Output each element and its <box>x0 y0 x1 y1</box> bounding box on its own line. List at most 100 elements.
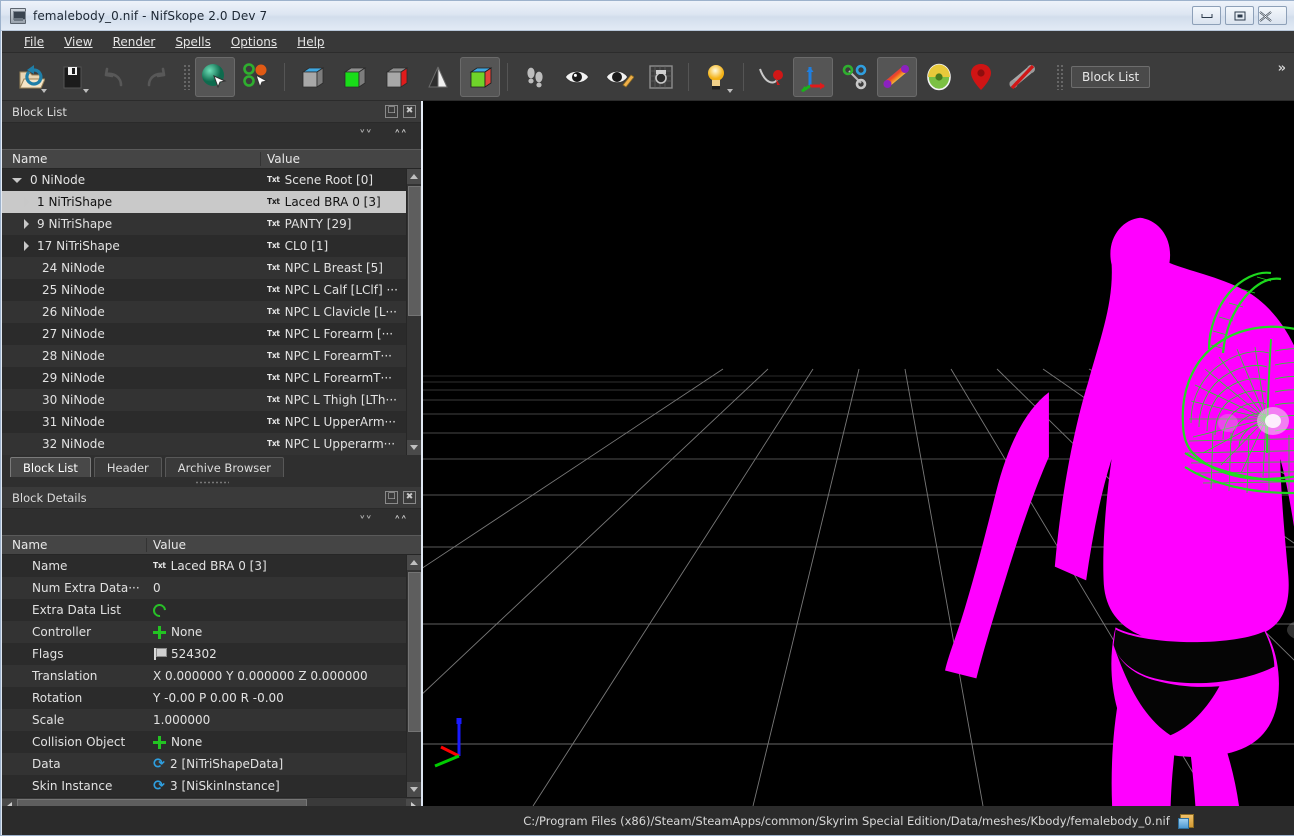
table-row[interactable]: 26 NiNode Txt NPC L Clavicle [L··· <box>2 301 421 323</box>
menu-help[interactable]: Help <box>287 33 334 51</box>
view-front-button[interactable] <box>334 57 374 97</box>
table-row[interactable]: 0 NiNode Txt Scene Root [0] <box>2 169 421 191</box>
detail-row[interactable]: Rotation Y -0.00 P 0.00 R -0.00 <box>2 687 421 709</box>
select-object-button[interactable] <box>195 56 235 97</box>
block-value: NPC L ForearmT··· <box>284 371 392 385</box>
lighting-dropdown-arrow[interactable] <box>727 88 733 93</box>
detail-row[interactable]: Num Extra Data··· 0 <box>2 577 421 599</box>
window-title: femalebody_0.nif - NifSkope 2.0 Dev 7 <box>33 8 268 23</box>
table-row[interactable]: 25 NiNode Txt NPC L Calf [LClf] ··· <box>2 279 421 301</box>
draw-havok-button[interactable] <box>751 57 791 97</box>
detail-row[interactable]: Collision Object None <box>2 731 421 753</box>
block-details-col-value[interactable]: Value <box>147 538 421 552</box>
open-file-dropdown-arrow[interactable] <box>41 88 47 93</box>
table-row[interactable]: 27 NiNode Txt NPC L Forearm [··· <box>2 323 421 345</box>
block-details-scroll-thumb[interactable] <box>408 572 421 732</box>
draw-constraints-button[interactable] <box>919 57 959 97</box>
block-list-col-name[interactable]: Name <box>2 152 261 166</box>
close-panel-icon[interactable]: ✖ <box>403 491 416 504</box>
collapse-all-icon[interactable]: ˅˅ <box>359 130 372 143</box>
3d-viewport[interactable] <box>423 101 1294 806</box>
expand-all-icon[interactable]: ˄˄ <box>394 130 407 143</box>
close-button[interactable] <box>1258 6 1287 25</box>
menu-render[interactable]: Render <box>103 33 166 51</box>
toolbar-grip-1[interactable] <box>183 63 190 90</box>
menu-view[interactable]: View <box>54 33 102 51</box>
detail-row[interactable]: Scale 1.000000 <box>2 709 421 731</box>
table-row[interactable]: 31 NiNode Txt NPC L UpperArm··· <box>2 411 421 433</box>
float-panel-icon[interactable]: ☐ <box>385 105 398 118</box>
close-panel-icon[interactable]: ✖ <box>403 105 416 118</box>
expander-down-icon[interactable] <box>12 177 22 183</box>
draw-constraints-icon <box>927 63 951 90</box>
select-vertex-button[interactable] <box>237 57 277 97</box>
block-list-scroll-thumb[interactable] <box>408 186 421 316</box>
dock-splitter[interactable] <box>2 477 421 487</box>
table-row[interactable]: 28 NiNode Txt NPC L ForearmT··· <box>2 345 421 367</box>
save-file-dropdown-arrow[interactable] <box>83 88 89 93</box>
show-hidden-button[interactable] <box>557 57 597 97</box>
detail-row[interactable]: Translation X 0.000000 Y 0.000000 Z 0.00… <box>2 665 421 687</box>
walk-button[interactable] <box>515 57 555 97</box>
tab-block-list[interactable]: Block List <box>10 457 91 477</box>
detail-row[interactable]: Name Txt Laced BRA 0 [3] <box>2 555 421 577</box>
draw-axes-button[interactable] <box>793 56 833 97</box>
float-panel-icon[interactable]: ☐ <box>385 491 398 504</box>
table-row[interactable]: 32 NiNode Txt NPC L Upperarm··· <box>2 433 421 455</box>
table-row[interactable]: 24 NiNode Txt NPC L Breast [5] <box>2 257 421 279</box>
draw-markers-button[interactable] <box>599 57 639 97</box>
draw-furniture-button[interactable] <box>877 56 917 97</box>
block-details-scroll-down-button[interactable] <box>407 782 421 797</box>
detail-row[interactable]: Data ⟳ 2 [NiTriShapeData] <box>2 753 421 775</box>
screenshot-button[interactable] <box>641 57 681 97</box>
detail-value: 524302 <box>171 647 217 661</box>
view-top-button[interactable] <box>292 57 332 97</box>
table-row[interactable]: 30 NiNode Txt NPC L Thigh [LTh··· <box>2 389 421 411</box>
view-side-button[interactable] <box>376 57 416 97</box>
table-row[interactable]: 29 NiNode Txt NPC L ForearmT··· <box>2 367 421 389</box>
viewport-canvas[interactable] <box>423 101 1294 806</box>
tab-archive-browser[interactable]: Archive Browser <box>164 457 285 477</box>
show-collision-button[interactable] <box>961 57 1001 97</box>
detail-row[interactable]: Flags 524302 <box>2 643 421 665</box>
lighting-button[interactable] <box>696 57 736 97</box>
detail-row[interactable]: Skin Instance ⟳ 3 [NiSkinInstance] <box>2 775 421 797</box>
expand-all-icon[interactable]: ˄˄ <box>394 516 407 529</box>
expander-right-icon[interactable] <box>24 197 29 207</box>
block-list-vscrollbar[interactable] <box>406 169 421 455</box>
block-details-scroll-up-button[interactable] <box>407 555 421 570</box>
view-perspective-button[interactable] <box>460 56 500 97</box>
redo-button[interactable] <box>136 57 176 97</box>
menu-file[interactable]: File <box>14 33 54 51</box>
block-list-toolbar-button[interactable]: Block List <box>1071 65 1151 88</box>
block-list-scroll-down-button[interactable] <box>407 440 421 455</box>
open-file-button[interactable] <box>10 57 50 97</box>
table-row[interactable]: 1 NiTriShape Txt Laced BRA 0 [3] <box>2 191 421 213</box>
menu-options[interactable]: Options <box>221 33 287 51</box>
block-details-col-name[interactable]: Name <box>2 538 147 552</box>
maximize-button[interactable] <box>1225 6 1254 25</box>
save-file-button[interactable] <box>52 57 92 97</box>
block-name: 31 NiNode <box>42 415 105 429</box>
toolbar-grip-2[interactable] <box>1056 63 1063 90</box>
toolbar-overflow-button[interactable]: » <box>1278 61 1286 76</box>
menu-spells[interactable]: Spells <box>165 33 221 51</box>
detail-row[interactable]: Extra Data List <box>2 599 421 621</box>
view-flip-button[interactable] <box>418 57 458 97</box>
table-row[interactable]: 17 NiTriShape Txt CL0 [1] <box>2 235 421 257</box>
disable-shaders-button[interactable] <box>1003 57 1043 97</box>
draw-nodes-button[interactable] <box>835 57 875 97</box>
block-details-vscrollbar[interactable] <box>406 555 421 797</box>
block-list-col-value[interactable]: Value <box>261 152 421 166</box>
tab-header[interactable]: Header <box>93 457 162 477</box>
file-resource-icon[interactable] <box>1177 813 1194 829</box>
block-list-panel-titlebar: Block List ☐ ✖ <box>2 101 421 123</box>
collapse-all-icon[interactable]: ˅˅ <box>359 516 372 529</box>
block-list-scroll-up-button[interactable] <box>407 169 421 184</box>
expander-right-icon[interactable] <box>24 241 29 251</box>
detail-row[interactable]: Controller None <box>2 621 421 643</box>
minimize-button[interactable] <box>1192 6 1221 25</box>
undo-button[interactable] <box>94 57 134 97</box>
expander-right-icon[interactable] <box>24 219 29 229</box>
table-row[interactable]: 9 NiTriShape Txt PANTY [29] <box>2 213 421 235</box>
